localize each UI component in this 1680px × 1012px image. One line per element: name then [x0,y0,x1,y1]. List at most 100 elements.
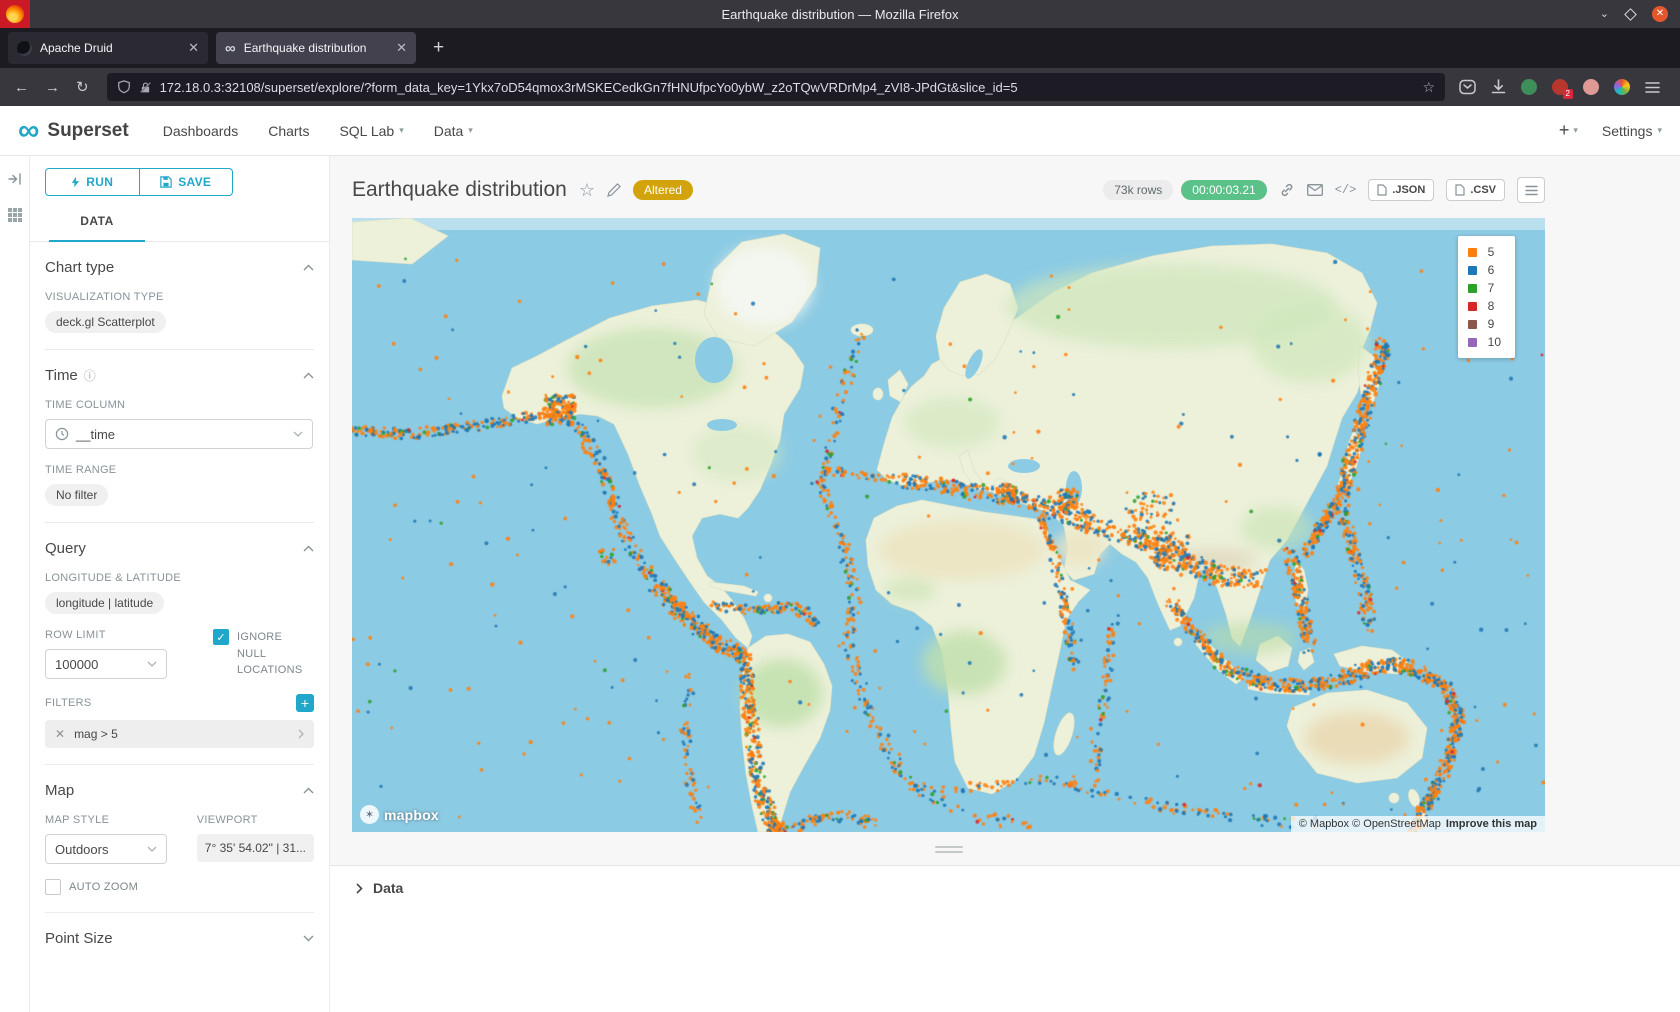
info-icon: ⓘ [84,367,96,384]
legend-swatch [1468,320,1477,329]
bookmark-star-icon[interactable]: ☆ [1422,79,1435,96]
section-header-map[interactable]: Map [45,782,314,799]
browser-tab-bar: Apache Druid ✕ ∞ Earthquake distribution… [0,28,1680,68]
auto-zoom-label: AUTO ZOOM [69,879,138,896]
checkbox-unchecked-icon[interactable] [45,879,61,895]
url-bar[interactable]: 172.18.0.3:32108/superset/explore/?form_… [107,73,1445,101]
extension-icon[interactable] [1614,79,1630,95]
pocket-icon[interactable] [1459,79,1476,95]
tracking-shield-icon[interactable] [117,80,131,94]
legend-label: 7 [1488,281,1495,295]
downloads-icon[interactable] [1491,79,1506,95]
nav-charts[interactable]: Charts [268,123,309,139]
window-maximize-icon[interactable] [1624,8,1637,21]
legend-item[interactable]: 6 [1468,263,1501,277]
chevron-up-icon [303,372,314,379]
data-panel-header[interactable]: Data [356,880,1654,896]
chart-title: Earthquake distribution [352,178,567,202]
reload-icon[interactable]: ↻ [68,78,97,96]
ignore-null-checkbox-row[interactable]: ✓ IGNORE NULL LOCATIONS [213,629,314,679]
extension-icon[interactable] [1521,79,1537,95]
remove-filter-icon[interactable]: ✕ [55,727,65,741]
tab-apache-druid[interactable]: Apache Druid ✕ [8,32,208,64]
chevron-down-icon [147,846,157,852]
section-header-point-size[interactable]: Point Size [45,930,314,947]
permalink-icon[interactable] [1279,182,1295,198]
dataset-grid-icon[interactable] [8,208,22,222]
legend-swatch [1468,266,1477,275]
superset-logo[interactable]: ∞ Superset [18,119,129,143]
section-header-query[interactable]: Query [45,540,314,557]
attribution-text[interactable]: © Mapbox © OpenStreetMap [1299,818,1441,830]
tab-title: Earthquake distribution [244,41,388,55]
email-icon[interactable] [1307,184,1323,196]
legend-item[interactable]: 10 [1468,335,1501,349]
time-column-select[interactable]: __time [45,419,313,449]
section-header-time[interactable]: Timeⓘ [45,367,314,384]
checkbox-checked-icon[interactable]: ✓ [213,629,229,645]
viewport-label: VIEWPORT [197,814,314,826]
window-minimize-icon[interactable]: ⌄ [1600,9,1609,20]
legend-item[interactable]: 7 [1468,281,1501,295]
nav-sql-lab[interactable]: SQL Lab▾ [339,123,403,139]
legend-item[interactable]: 8 [1468,299,1501,313]
superset-infinity-icon: ∞ [18,119,39,143]
legend-item[interactable]: 5 [1468,245,1501,259]
window-titlebar: Earthquake distribution — Mozilla Firefo… [0,0,1680,28]
adblock-extension-icon[interactable]: 2 [1552,79,1568,95]
url-input[interactable]: 172.18.0.3:32108/superset/explore/?form_… [160,80,1415,95]
section-header-chart-type[interactable]: Chart type [45,259,314,276]
edit-properties-icon[interactable] [607,183,621,197]
chart-options-menu-button[interactable] [1517,177,1545,203]
earthquake-points-canvas[interactable] [352,218,1545,832]
save-button[interactable]: SAVE [139,168,234,196]
chevron-down-icon: ▾ [1657,125,1662,136]
window-close-icon[interactable]: ✕ [1652,6,1668,22]
new-tab-button[interactable]: + [424,37,453,59]
filter-chip[interactable]: ✕ mag > 5 [45,720,314,748]
embed-code-icon[interactable]: </> [1335,183,1357,197]
tab-close-icon[interactable]: ✕ [396,40,407,56]
results-data-panel: Data [330,865,1680,1012]
back-icon[interactable]: ← [6,79,37,96]
deckgl-scatterplot-map[interactable]: 5 6 7 8 9 10 ✶ mapbox © Mapbox © OpenStr… [352,218,1545,832]
hamburger-menu-icon[interactable] [1645,81,1660,94]
tab-close-icon[interactable]: ✕ [188,40,199,56]
settings-menu[interactable]: Settings▾ [1602,123,1662,139]
forward-icon[interactable]: → [37,79,68,96]
new-item-button[interactable]: +▾ [1559,120,1578,141]
map-style-label: MAP STYLE [45,814,179,826]
chevron-up-icon [303,787,314,794]
nav-data[interactable]: Data▾ [434,123,473,139]
chevron-right-icon [356,883,363,894]
viewport-value[interactable]: 7° 35' 54.02" | 31... [197,834,314,862]
improve-map-link[interactable]: Improve this map [1446,818,1537,830]
panel-resize-handle[interactable] [352,846,1545,853]
add-filter-button[interactable]: + [296,694,314,712]
longitude-latitude-value[interactable]: longitude | latitude [45,592,164,614]
section-time: Timeⓘ TIME COLUMN __time TIME RANGE No f… [45,350,314,523]
row-limit-select[interactable]: 100000 [45,649,167,679]
auto-zoom-checkbox-row[interactable]: AUTO ZOOM [45,879,314,896]
tab-data[interactable]: DATA [49,214,145,242]
browser-toolbar: ← → ↻ 172.18.0.3:32108/superset/explore/… [0,68,1680,106]
run-button[interactable]: RUN [45,168,140,196]
tab-earthquake-distribution[interactable]: ∞ Earthquake distribution ✕ [216,32,416,64]
mapbox-logo[interactable]: ✶ mapbox [360,805,439,824]
map-style-select[interactable]: Outdoors [45,834,167,864]
collapse-dataset-panel-icon[interactable] [8,172,22,186]
visualization-type-value[interactable]: deck.gl Scatterplot [45,311,166,333]
extension-icon[interactable] [1583,79,1599,95]
favorite-star-icon[interactable]: ☆ [579,180,595,201]
insecure-lock-icon[interactable] [139,81,152,94]
export-json-button[interactable]: .JSON [1368,179,1434,201]
legend-swatch [1468,338,1477,347]
legend-item[interactable]: 9 [1468,317,1501,331]
export-csv-button[interactable]: .CSV [1446,179,1505,201]
legend-label: 9 [1488,317,1495,331]
file-icon [1455,184,1465,196]
altered-badge[interactable]: Altered [633,180,693,200]
explore-control-panel: RUN SAVE DATA Chart type VISUALIZATION T… [30,156,330,1012]
time-range-value[interactable]: No filter [45,484,108,506]
nav-dashboards[interactable]: Dashboards [163,123,239,139]
